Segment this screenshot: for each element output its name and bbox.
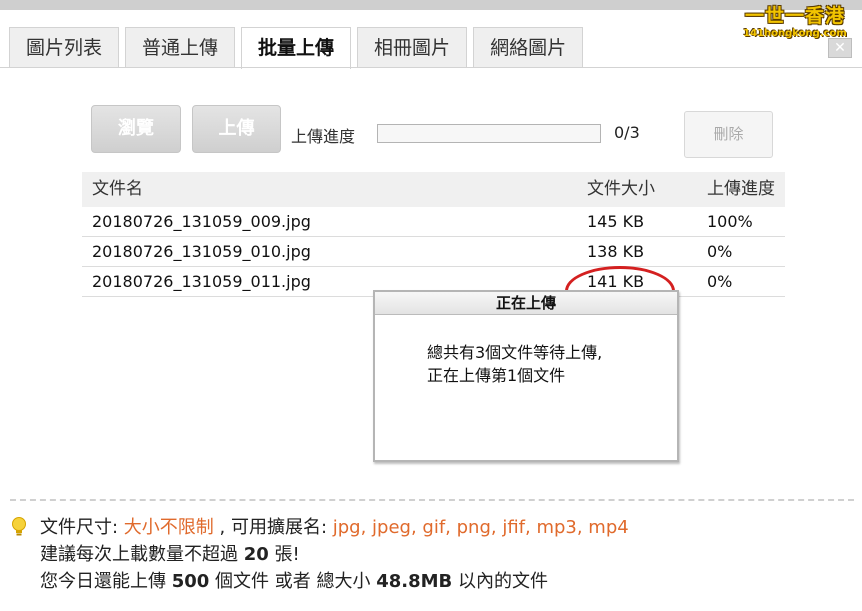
- today-post: 以內的文件: [452, 571, 548, 592]
- table-row[interactable]: 20180726_131059_009.jpg 145 KB 100%: [82, 207, 785, 237]
- tab-bar: 圖片列表 普通上傳 批量上傳 相冊圖片 網絡圖片: [9, 27, 589, 69]
- tab-album-images[interactable]: 相冊圖片: [357, 27, 468, 68]
- header-filename: 文件名: [92, 179, 143, 199]
- lightbulb-icon: [12, 517, 26, 536]
- tab-batch-upload[interactable]: 批量上傳: [241, 27, 352, 69]
- suggest-num: 20: [243, 544, 269, 565]
- today-mid: 個文件 或者 總大小: [209, 571, 377, 592]
- table-row[interactable]: 20180726_131059_010.jpg 138 KB 0%: [82, 237, 785, 267]
- row-progress: 0%: [707, 242, 733, 261]
- info-line-quota: 您今日還能上傳 500 個文件 或者 總大小 48.8MB 以內的文件: [40, 568, 629, 595]
- row-filesize: 138 KB: [587, 242, 645, 261]
- row-filesize: 145 KB: [587, 212, 645, 231]
- info-line-suggest: 建議每次上載數量不超過 20 張!: [40, 541, 629, 568]
- browse-button[interactable]: 瀏覽: [91, 105, 181, 153]
- upload-progress-count: 0/3: [614, 123, 640, 142]
- tab-web-images[interactable]: 網絡圖片: [473, 27, 584, 68]
- delete-button[interactable]: 刪除: [684, 111, 773, 158]
- upload-info: 文件尺寸: 大小不限制 , 可用擴展名: jpg, jpeg, gif, png…: [40, 514, 629, 595]
- ext-label: , 可用擴展名:: [213, 517, 333, 538]
- row-filename: 20180726_131059_010.jpg: [92, 242, 311, 261]
- row-progress: 100%: [707, 212, 753, 231]
- uploading-dialog: 正在上傳 總共有3個文件等待上傳, 正在上傳第1個文件: [373, 290, 679, 462]
- tab-image-list[interactable]: 圖片列表: [9, 27, 120, 68]
- suggest-post: 張!: [268, 544, 300, 565]
- tab-divider: [0, 67, 862, 68]
- today-size: 48.8MB: [376, 571, 453, 592]
- upload-button[interactable]: 上傳: [192, 105, 281, 153]
- dialog-title: 正在上傳: [375, 292, 677, 315]
- row-progress: 0%: [707, 272, 733, 291]
- header-filesize: 文件大小: [587, 179, 655, 199]
- file-table: 文件名 文件大小 上傳進度 20180726_131059_009.jpg 14…: [82, 172, 785, 297]
- dialog-line-total: 總共有3個文件等待上傳,: [427, 343, 603, 362]
- ext-value: jpg, jpeg, gif, png, jfif, mp3, mp4: [332, 517, 629, 538]
- upload-progress-bar: [377, 124, 601, 143]
- tab-normal-upload[interactable]: 普通上傳: [125, 27, 236, 68]
- logo-main-text: 一世一香港: [744, 5, 845, 27]
- dashed-separator: [10, 499, 854, 501]
- suggest-pre: 建議每次上載數量不超過: [40, 544, 244, 565]
- close-icon[interactable]: ✕: [828, 38, 852, 58]
- table-header: 文件名 文件大小 上傳進度: [82, 172, 785, 207]
- info-line-size: 文件尺寸: 大小不限制 , 可用擴展名: jpg, jpeg, gif, png…: [40, 514, 629, 541]
- dialog-body: 總共有3個文件等待上傳, 正在上傳第1個文件: [375, 315, 677, 387]
- today-pre: 您今日還能上傳: [40, 571, 172, 592]
- row-filename: 20180726_131059_009.jpg: [92, 212, 311, 231]
- size-value: 大小不限制: [123, 517, 214, 538]
- size-label: 文件尺寸:: [40, 517, 124, 538]
- today-num: 500: [171, 571, 210, 592]
- dialog-line-current: 正在上傳第1個文件: [427, 366, 566, 385]
- header-progress: 上傳進度: [707, 179, 775, 199]
- upload-progress-label: 上傳進度: [291, 127, 356, 146]
